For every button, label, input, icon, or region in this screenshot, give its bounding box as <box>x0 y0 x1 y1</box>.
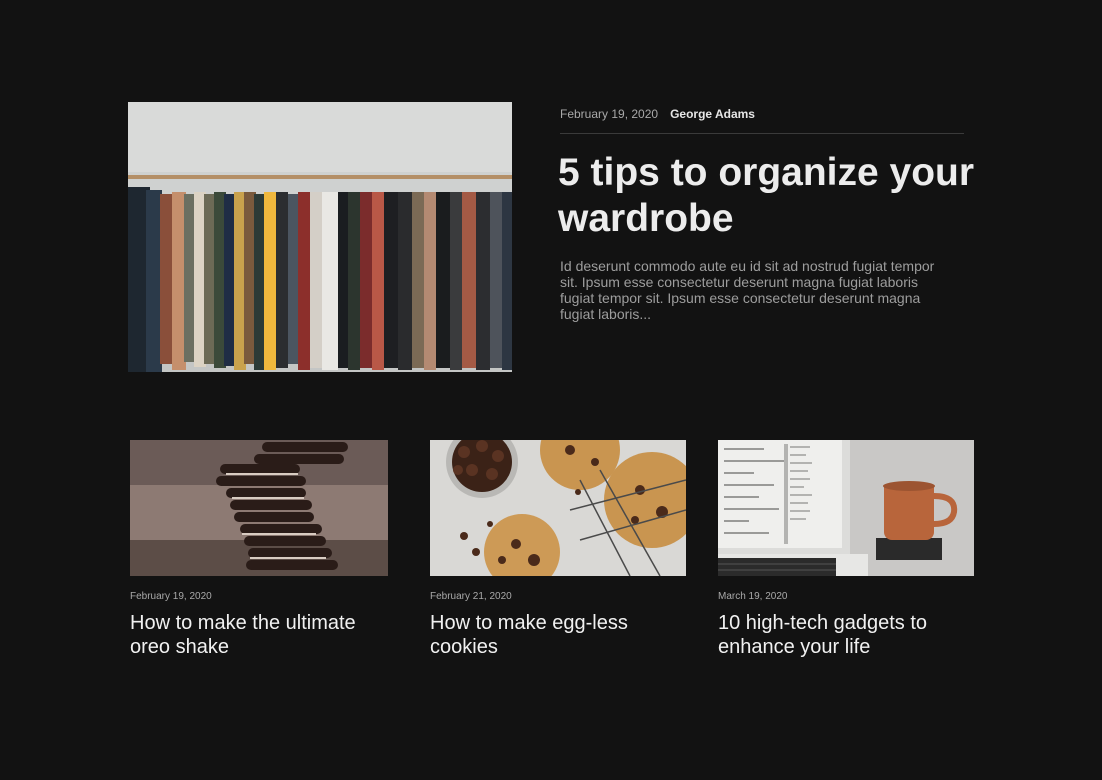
featured-article-image[interactable] <box>128 102 512 372</box>
article-date: February 21, 2020 <box>430 591 512 602</box>
featured-article-author[interactable]: George Adams <box>670 107 755 121</box>
gadgets-image[interactable] <box>718 440 974 576</box>
article-date: February 19, 2020 <box>130 591 212 602</box>
blog-page: February 19, 2020 George Adams 5 tips to… <box>0 0 1102 780</box>
featured-article-date: February 19, 2020 <box>560 107 659 121</box>
article-title[interactable]: How to make the ultimate oreo shake <box>130 611 388 659</box>
eggless-cookies-image[interactable] <box>430 440 686 576</box>
featured-article-title[interactable]: 5 tips to organize your wardrobe <box>558 150 988 242</box>
oreo-shake-image[interactable] <box>130 440 388 576</box>
article-title[interactable]: How to make egg-less cookies <box>430 611 686 659</box>
article-date: March 19, 2020 <box>718 591 788 602</box>
divider <box>560 133 964 134</box>
article-card-cookies[interactable]: February 21, 2020 How to make egg-less c… <box>430 440 686 659</box>
featured-article-excerpt: Id deserunt commodo aute eu id sit ad no… <box>560 258 935 322</box>
article-card-oreo[interactable]: February 19, 2020 How to make the ultima… <box>130 440 388 659</box>
article-card-gadgets[interactable]: March 19, 2020 10 high-tech gadgets to e… <box>718 440 974 659</box>
article-title[interactable]: 10 high-tech gadgets to enhance your lif… <box>718 611 974 659</box>
featured-article-meta: February 19, 2020 George Adams <box>560 107 964 121</box>
